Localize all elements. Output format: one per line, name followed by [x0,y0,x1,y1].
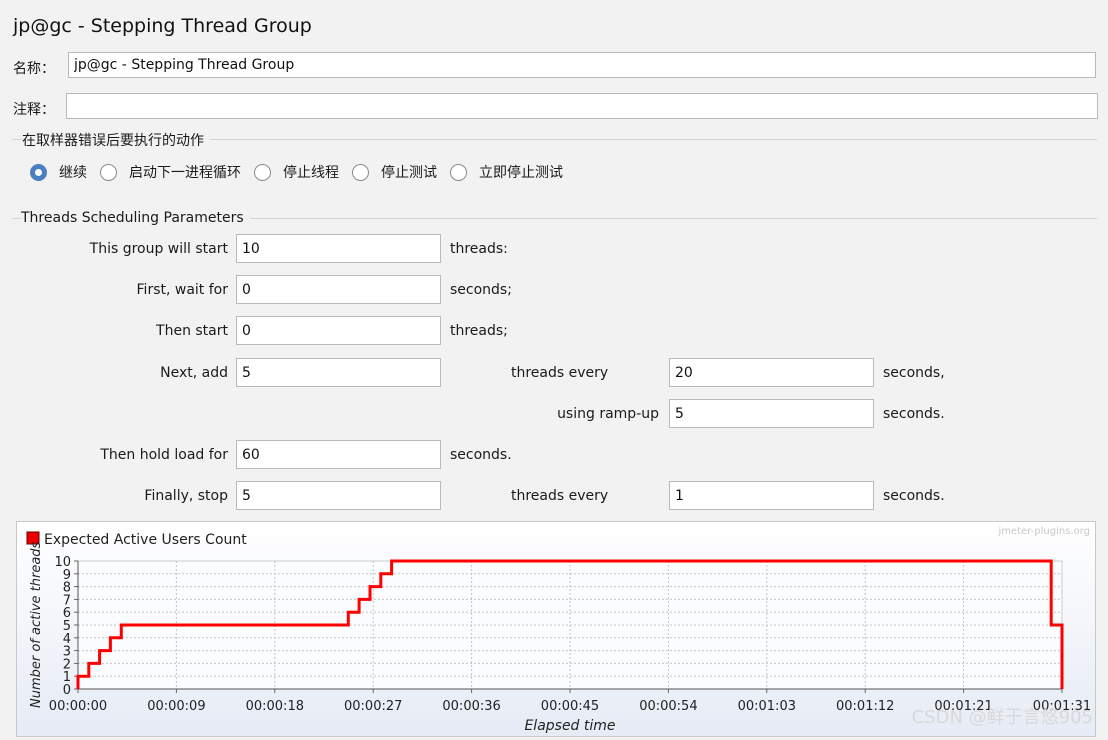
radio-label: 立即停止测试 [479,165,563,181]
next-add-every-input[interactable] [669,358,874,387]
x-tick-label: 00:00:27 [344,699,402,714]
rampup-label: using ramp-up [557,406,659,422]
thread-schedule-chart: 0 1 2 3 4 5 6 7 8 9 10 00:00:00 00:00:09 00:00:18 00:0… [16,521,1096,737]
rampup-unit: seconds. [883,406,945,422]
stop-mid-label: threads every [511,488,609,504]
params-section-title: Threads Scheduling Parameters [21,210,250,226]
window-title: jp@gc - Stepping Thread Group [13,15,312,37]
x-tick-label: 00:00:00 [49,699,107,714]
then-start-input[interactable] [236,316,441,345]
stop-threads-input[interactable] [236,481,441,510]
y-tick-label: 2 [63,657,71,672]
radio-continue[interactable]: 继续 [30,162,87,182]
x-tick-label: 00:00:45 [541,699,599,714]
y-tick-label: 9 [63,568,71,583]
x-tick-label: 00:00:36 [442,699,500,714]
radio-selected-icon [30,163,47,181]
name-label: 名称： [13,61,55,77]
then-start-unit: threads; [450,323,508,339]
error-action-section-title: 在取样器错误后要执行的动作 [22,130,210,150]
then-start-label: Then start [156,323,228,339]
wait-unit: seconds; [450,282,512,298]
y-tick-label: 10 [54,555,71,570]
rampup-input[interactable] [669,399,874,428]
hold-unit: seconds. [450,447,512,463]
next-add-input[interactable] [236,358,441,387]
x-tick-label: 00:01:12 [836,699,894,714]
start-label: This group will start [89,241,228,257]
radio-unselected-icon [100,163,117,181]
comment-label: 注释： [13,102,55,118]
radio-stop-thread[interactable]: 停止线程 [254,162,339,182]
x-tick-label: 00:00:54 [639,699,697,714]
y-tick-label: 1 [63,670,71,685]
legend-label: Expected Active Users Count [44,532,247,548]
next-add-unit: seconds, [883,365,945,381]
start-unit: threads: [450,241,508,257]
radio-unselected-icon [254,163,271,181]
y-tick-label: 3 [63,645,71,660]
next-add-label: Next, add [160,365,228,381]
radio-unselected-icon [352,163,369,181]
comment-field[interactable] [66,93,1098,119]
x-tick-label: 00:01:03 [738,699,796,714]
x-axis-title: Elapsed time [524,718,615,734]
wait-seconds-input[interactable] [236,275,441,304]
stop-every-input[interactable] [669,481,874,510]
radio-label: 继续 [59,165,87,181]
y-tick-label: 7 [63,593,71,608]
error-action-radio-group: 继续 启动下一进程循环 停止线程 停止测试 立即停止测试 [30,162,576,182]
chart-watermark: jmeter-plugins.org [997,526,1090,537]
x-tick-label: 00:00:18 [246,699,304,714]
chart-svg: 012345678910 00:00:00 00:00:09 00:00:18 00:0… [17,522,1095,736]
y-axis-title: Number of active threads [29,541,44,708]
stop-unit: seconds. [883,488,945,504]
stop-label: Finally, stop [144,488,228,504]
next-add-mid-label: threads every [511,365,609,381]
y-tick-label: 8 [63,581,71,596]
wait-label: First, wait for [136,282,228,298]
x-tick-label: 00:00:09 [147,699,205,714]
radio-unselected-icon [450,163,467,181]
hold-seconds-input[interactable] [236,440,441,469]
radio-label: 停止测试 [381,165,437,181]
y-tick-label: 4 [63,632,71,647]
y-tick-label: 0 [63,683,71,698]
y-tick-label: 6 [63,606,71,621]
radio-stop-test[interactable]: 停止测试 [352,162,437,182]
radio-label: 停止线程 [283,165,339,181]
y-tick-label: 5 [63,619,71,634]
radio-label: 启动下一进程循环 [129,165,241,181]
start-threads-input[interactable] [236,234,441,263]
radio-start-next-loop[interactable]: 启动下一进程循环 [100,162,241,182]
csdn-watermark: CSDN @鲜于言悠905 [912,707,1093,728]
hold-label: Then hold load for [100,447,228,463]
radio-stop-test-now[interactable]: 立即停止测试 [450,162,563,182]
name-field[interactable] [68,52,1096,78]
